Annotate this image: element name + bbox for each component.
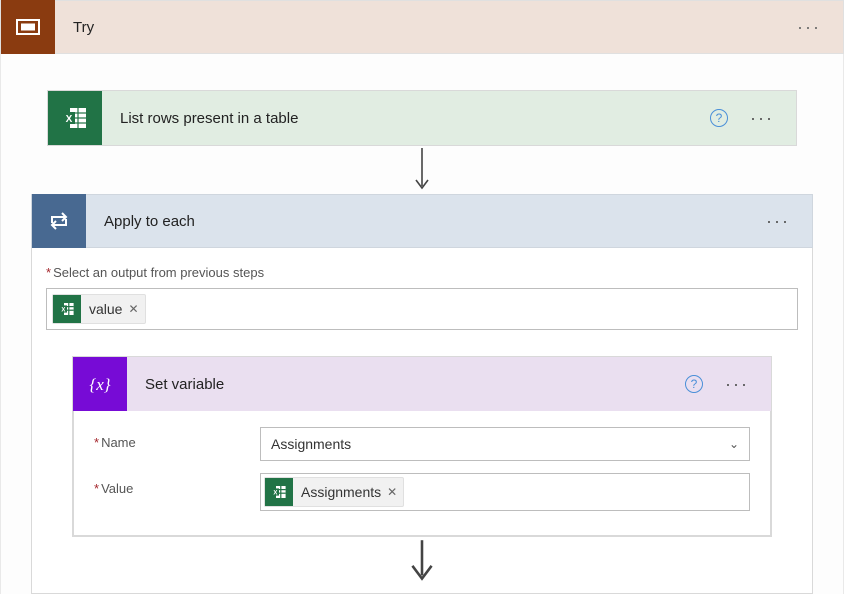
list-rows-menu-icon[interactable]: ··· <box>750 109 774 127</box>
try-scope-header[interactable]: Try ··· <box>0 0 844 54</box>
svg-text:X: X <box>273 490 277 496</box>
assignments-token-label: Assignments <box>301 484 381 500</box>
flow-canvas: Try ··· X List rows p <box>0 0 844 594</box>
set-variable-title: Set variable <box>127 376 685 393</box>
try-scope-body: X List rows present in a table ? ··· <box>0 54 844 594</box>
value-label: Value <box>94 473 244 500</box>
token-remove-icon[interactable]: ✕ <box>387 485 397 499</box>
svg-text:{x}: {x} <box>89 375 110 394</box>
help-icon[interactable]: ? <box>710 109 728 127</box>
token-remove-icon[interactable]: ✕ <box>128 302 138 316</box>
variable-icon: {x} <box>73 357 127 411</box>
output-label: Select an output from previous steps <box>53 261 264 284</box>
list-rows-title: List rows present in a table <box>102 110 710 127</box>
svg-text:X: X <box>66 114 73 125</box>
apply-to-each-body: *Select an output from previous steps X <box>31 248 813 594</box>
value-input[interactable]: X Assignments ✕ <box>260 473 750 511</box>
required-asterisk: * <box>46 265 51 280</box>
excel-icon: X <box>48 91 102 145</box>
name-value: Assignments <box>271 436 351 452</box>
list-rows-card[interactable]: X List rows present in a table ? ··· <box>47 90 797 146</box>
apply-to-each-card: Apply to each ··· *Select an output from… <box>31 194 813 594</box>
apply-to-each-title: Apply to each <box>86 213 766 230</box>
name-select[interactable]: Assignments ⌄ <box>260 427 750 461</box>
apply-to-each-header[interactable]: Apply to each ··· <box>31 194 813 248</box>
set-variable-menu-icon[interactable]: ··· <box>725 375 749 393</box>
scope-icon <box>1 0 55 54</box>
set-variable-header[interactable]: {x} Set variable ? ··· <box>73 357 771 411</box>
svg-text:X: X <box>61 307 65 313</box>
set-variable-body: Name Assignments ⌄ Value <box>73 411 771 536</box>
apply-to-each-input[interactable]: X value ✕ <box>46 288 798 330</box>
help-icon[interactable]: ? <box>685 375 703 393</box>
assignments-token[interactable]: X Assignments ✕ <box>264 477 404 507</box>
value-token[interactable]: X value ✕ <box>52 294 146 324</box>
name-label: Name <box>94 427 244 454</box>
value-token-label: value <box>89 301 122 317</box>
set-variable-card: {x} Set variable ? ··· Name <box>72 356 772 537</box>
excel-token-icon: X <box>265 478 293 506</box>
try-title: Try <box>55 19 797 36</box>
loop-icon <box>32 194 86 248</box>
connector-arrow <box>72 537 772 567</box>
apply-to-each-menu-icon[interactable]: ··· <box>766 212 790 230</box>
connector-arrow <box>47 146 797 194</box>
try-menu-icon[interactable]: ··· <box>797 18 821 36</box>
chevron-down-icon: ⌄ <box>729 437 739 451</box>
excel-token-icon: X <box>53 295 81 323</box>
